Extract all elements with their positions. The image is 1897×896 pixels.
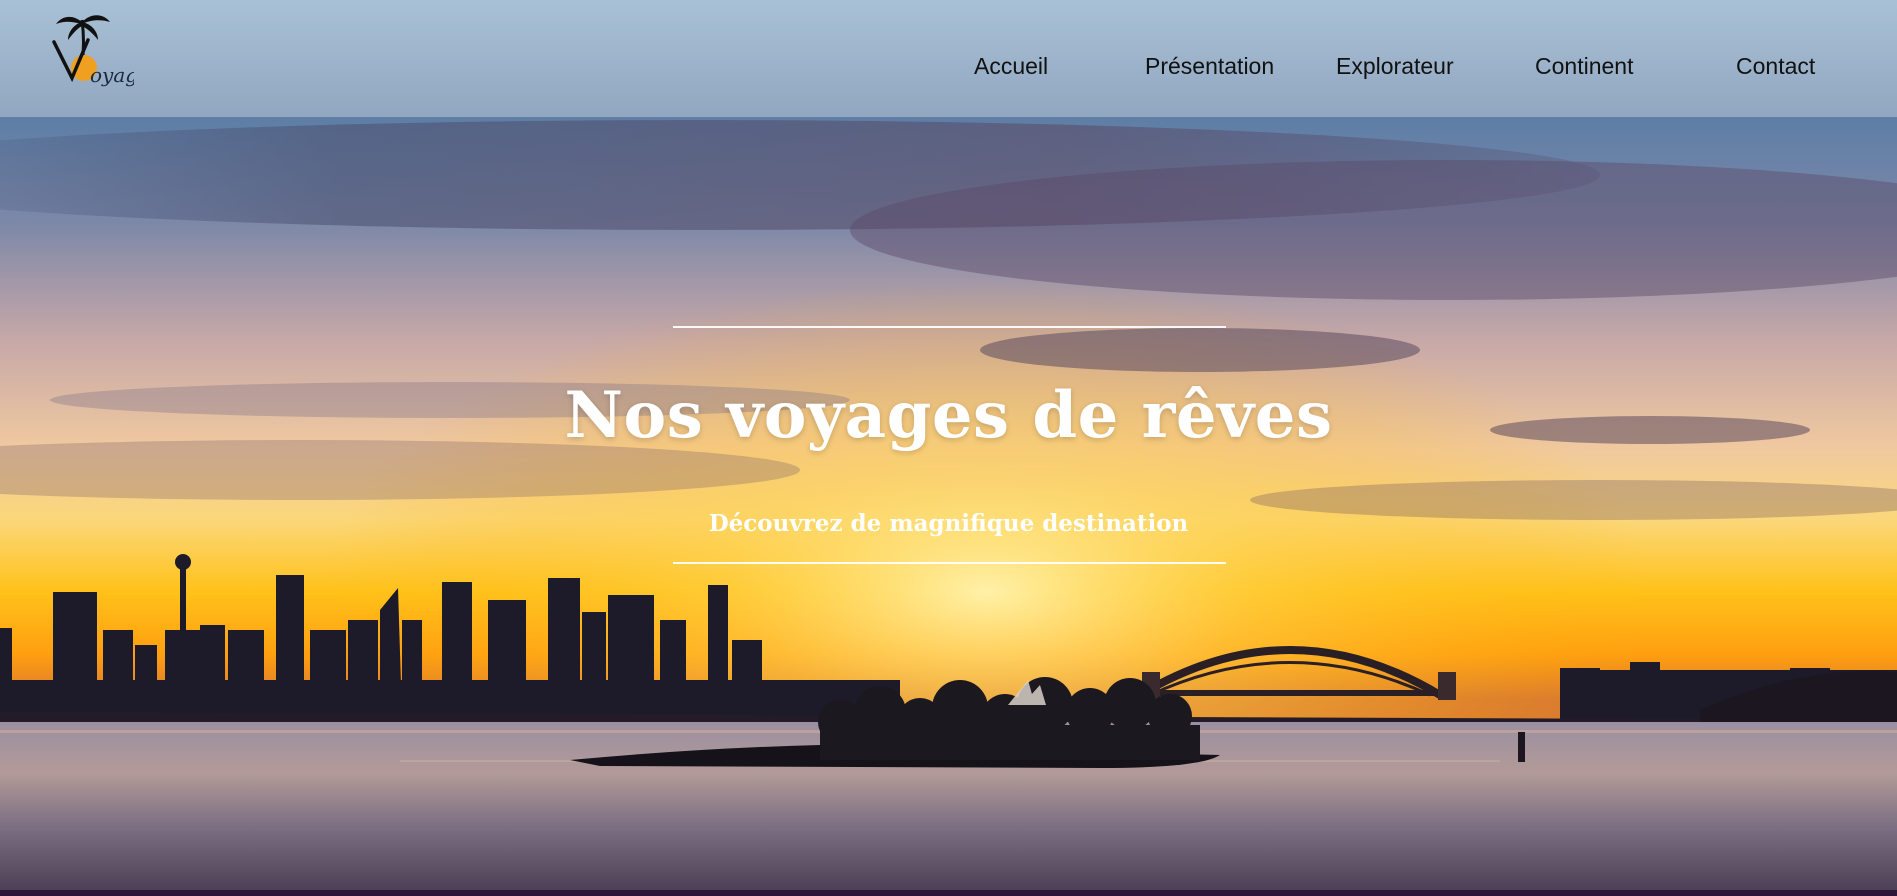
page-bottom-strip bbox=[0, 890, 1897, 896]
nav-item-accueil[interactable]: Accueil bbox=[974, 53, 1048, 80]
nav-item-continent[interactable]: Continent bbox=[1535, 53, 1633, 80]
hero-divider-top bbox=[673, 326, 1226, 328]
nav-item-explorateur[interactable]: Explorateur bbox=[1336, 53, 1454, 80]
hero-subtitle: Découvrez de magnifique destination bbox=[708, 510, 1189, 537]
nav-item-presentation[interactable]: Présentation bbox=[1145, 53, 1274, 80]
hero-divider-bottom bbox=[673, 562, 1226, 564]
main-navigation: Accueil Présentation Explorateur Contine… bbox=[0, 0, 1897, 117]
site-header: oyage Accueil Présentation Explorateur C… bbox=[0, 0, 1897, 117]
hero-title: Nos voyages de rêves bbox=[564, 378, 1333, 453]
nav-item-contact[interactable]: Contact bbox=[1736, 53, 1815, 80]
